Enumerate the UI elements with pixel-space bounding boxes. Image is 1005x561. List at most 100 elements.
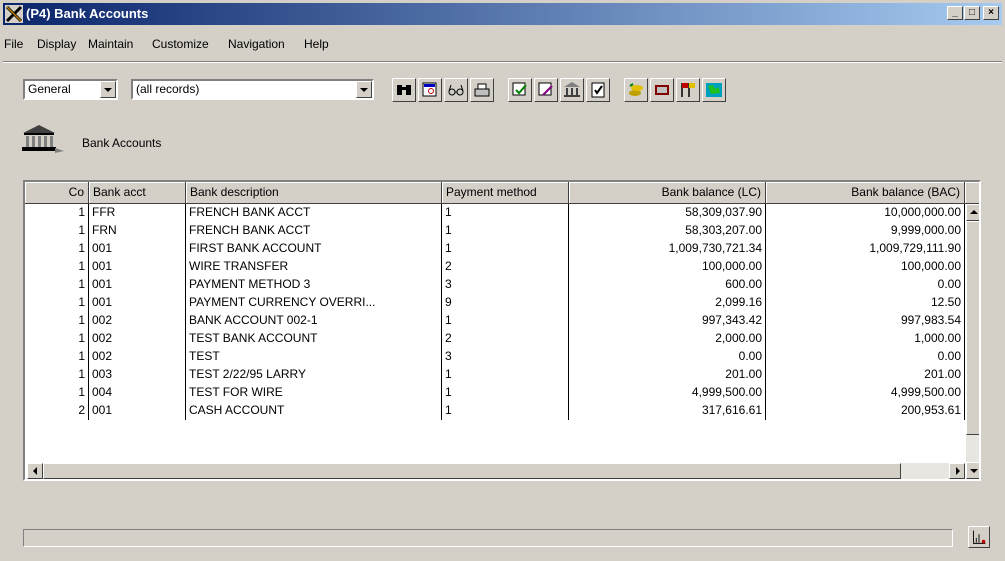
table-cell: FRN	[89, 222, 186, 240]
table-cell: 3	[442, 348, 569, 366]
table-cell: 1	[25, 240, 89, 258]
menu-divider	[3, 61, 1002, 63]
horizontal-scrollbar[interactable]	[27, 463, 965, 479]
checklist-icon	[591, 82, 605, 98]
table-row[interactable]: 2 001 CASH ACCOUNT 1 317,616.61 200,953.61	[25, 402, 965, 420]
table-cell: 317,616.61	[569, 402, 766, 420]
table-cell: 001	[89, 294, 186, 312]
table-cell: 997,343.42	[569, 312, 766, 330]
view-select-value: General	[28, 82, 71, 96]
map-button[interactable]	[702, 78, 726, 102]
table-cell: TEST FOR WIRE	[186, 384, 442, 402]
table-cell: TEST BANK ACCOUNT	[186, 330, 442, 348]
table-cell: 004	[89, 384, 186, 402]
table-cell: 1,000.00	[766, 330, 965, 348]
window-title: (P4) Bank Accounts	[26, 6, 149, 21]
print-button[interactable]	[470, 78, 494, 102]
table-row[interactable]: 1 FRN FRENCH BANK ACCT 1 58,303,207.00 9,999,…	[25, 222, 965, 240]
table-cell: 58,303,207.00	[569, 222, 766, 240]
column-header-co[interactable]: Co	[25, 182, 89, 204]
arrow-left-icon	[33, 467, 37, 475]
checklist-button[interactable]	[586, 78, 610, 102]
table-row[interactable]: 1 002 TEST BANK ACCOUNT 2 2,000.00 1,000.00	[25, 330, 965, 348]
coins-icon	[629, 83, 643, 96]
chart-status-icon[interactable]	[968, 526, 990, 548]
menu-display[interactable]: Display	[37, 37, 76, 51]
scroll-up-button[interactable]	[966, 204, 979, 221]
table-row[interactable]: 1 FFR FRENCH BANK ACCT 1 58,309,037.90 10,000…	[25, 204, 965, 222]
find-form-button[interactable]	[418, 78, 442, 102]
vertical-scroll-thumb[interactable]	[966, 221, 979, 435]
book-button[interactable]	[650, 78, 674, 102]
records-select-dropdown-button[interactable]	[356, 81, 372, 98]
table-cell: 001	[89, 402, 186, 420]
table-cell: 58,309,037.90	[569, 204, 766, 222]
menu-help[interactable]: Help	[304, 37, 329, 51]
flags-button[interactable]	[676, 78, 700, 102]
print-icon	[474, 83, 490, 97]
edit-forms-button[interactable]	[534, 78, 558, 102]
table-row[interactable]: 1 001 PAYMENT METHOD 3 3 600.00 0.00	[25, 276, 965, 294]
view-select-dropdown-button[interactable]	[100, 81, 116, 98]
table-row[interactable]: 1 001 FIRST BANK ACCOUNT 1 1,009,730,721.34 1…	[25, 240, 965, 258]
menu-customize[interactable]: Customize	[152, 37, 209, 51]
column-header-bank-balance-bac[interactable]: Bank balance (BAC)	[766, 182, 965, 204]
menu-navigation[interactable]: Navigation	[228, 37, 285, 51]
table-row[interactable]: 1 002 TEST 3 0.00 0.00	[25, 348, 965, 366]
column-header-bank-acct[interactable]: Bank acct	[89, 182, 186, 204]
forms-icon	[512, 82, 527, 96]
glasses-icon	[448, 84, 464, 96]
menu-file[interactable]: File	[4, 37, 23, 51]
table-cell: CASH ACCOUNT	[186, 402, 442, 420]
table-cell: 2	[25, 402, 89, 420]
maximize-button[interactable]: □	[964, 6, 980, 20]
table-cell: 2,000.00	[569, 330, 766, 348]
table-cell: BANK ACCOUNT 002-1	[186, 312, 442, 330]
table-row[interactable]: 1 002 BANK ACCOUNT 002-1 1 997,343.42 997,983…	[25, 312, 965, 330]
scroll-right-button[interactable]	[949, 463, 965, 479]
scroll-down-button[interactable]	[966, 462, 979, 479]
horizontal-scroll-thumb[interactable]	[43, 463, 901, 479]
records-select[interactable]: (all records)	[131, 79, 374, 100]
coins-button[interactable]	[624, 78, 648, 102]
app-logo-icon	[5, 5, 23, 23]
table-cell: 10,000,000.00	[766, 204, 965, 222]
column-header-bank-balance-lc[interactable]: Bank balance (LC)	[569, 182, 766, 204]
table-cell: 4,999,500.00	[569, 384, 766, 402]
column-header-payment-method[interactable]: Payment method	[442, 182, 569, 204]
glasses-button[interactable]	[444, 78, 468, 102]
scroll-left-button[interactable]	[27, 463, 43, 479]
binoculars-icon	[397, 85, 411, 95]
table-cell: 002	[89, 312, 186, 330]
table-row[interactable]: 1 001 PAYMENT CURRENCY OVERRI... 9 2,099.16 1…	[25, 294, 965, 312]
table-cell: 002	[89, 348, 186, 366]
menu-maintain[interactable]: Maintain	[88, 37, 133, 51]
table-row[interactable]: 1 001 WIRE TRANSFER 2 100,000.00 100,000.00	[25, 258, 965, 276]
minimize-button[interactable]: _	[947, 6, 963, 20]
table-cell: 201.00	[569, 366, 766, 384]
search-button[interactable]	[392, 78, 416, 102]
forms-button[interactable]	[508, 78, 532, 102]
table-cell: 2	[442, 330, 569, 348]
close-button[interactable]: ×	[983, 6, 999, 20]
table-cell: 1	[442, 204, 569, 222]
table-cell: 2	[442, 258, 569, 276]
title-bar[interactable]: (P4) Bank Accounts _ □ ×	[3, 3, 1002, 25]
table-row[interactable]: 1 003 TEST 2/22/95 LARRY 1 201.00 201.00	[25, 366, 965, 384]
view-select[interactable]: General	[23, 79, 118, 100]
arrow-right-icon	[956, 467, 960, 475]
vertical-scrollbar[interactable]	[966, 204, 979, 479]
table-row[interactable]: 1 004 TEST FOR WIRE 1 4,999,500.00 4,999,500.…	[25, 384, 965, 402]
table-cell: TEST 2/22/95 LARRY	[186, 366, 442, 384]
table-cell: 1	[25, 204, 89, 222]
arrow-down-icon	[970, 469, 978, 473]
table-cell: 003	[89, 366, 186, 384]
edit-forms-icon	[538, 82, 553, 96]
column-header-bank-description[interactable]: Bank description	[186, 182, 442, 204]
flags-icon	[681, 83, 695, 97]
table-cell: 3	[442, 276, 569, 294]
table-cell: 1	[25, 330, 89, 348]
table-cell: 1	[25, 222, 89, 240]
bank-button[interactable]	[560, 78, 584, 102]
table-cell: 0.00	[766, 348, 965, 366]
